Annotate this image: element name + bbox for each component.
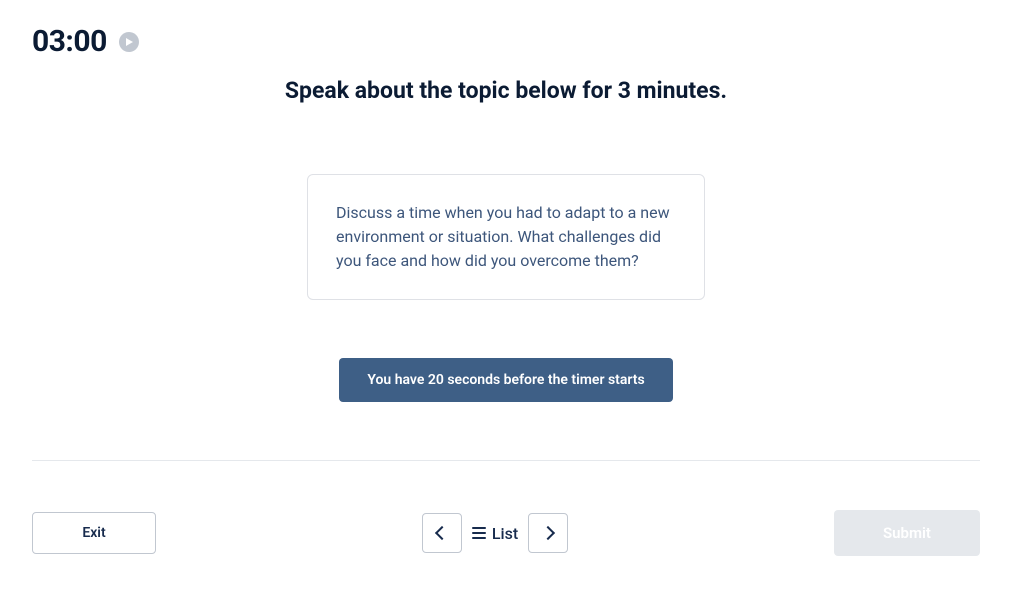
timer-value: 03:00 [32, 24, 107, 59]
play-triangle-icon [126, 38, 133, 46]
list-label: List [492, 524, 518, 543]
instruction-heading: Speak about the topic below for 3 minute… [0, 77, 1012, 104]
next-button[interactable] [528, 513, 568, 553]
list-button[interactable]: List [472, 524, 518, 543]
chevron-left-icon [435, 526, 449, 540]
countdown-banner: You have 20 seconds before the timer sta… [339, 358, 672, 402]
list-icon [472, 527, 486, 539]
nav-center: List [422, 513, 568, 553]
footer: Exit List Submit [32, 510, 980, 556]
footer-divider [32, 460, 980, 461]
exit-button[interactable]: Exit [32, 512, 156, 554]
submit-button[interactable]: Submit [834, 510, 980, 556]
play-icon[interactable] [119, 32, 139, 52]
chevron-right-icon [541, 526, 555, 540]
topic-card: Discuss a time when you had to adapt to … [307, 174, 705, 300]
timer-row: 03:00 [0, 0, 1012, 59]
topic-prompt: Discuss a time when you had to adapt to … [336, 201, 676, 273]
prev-button[interactable] [422, 513, 462, 553]
